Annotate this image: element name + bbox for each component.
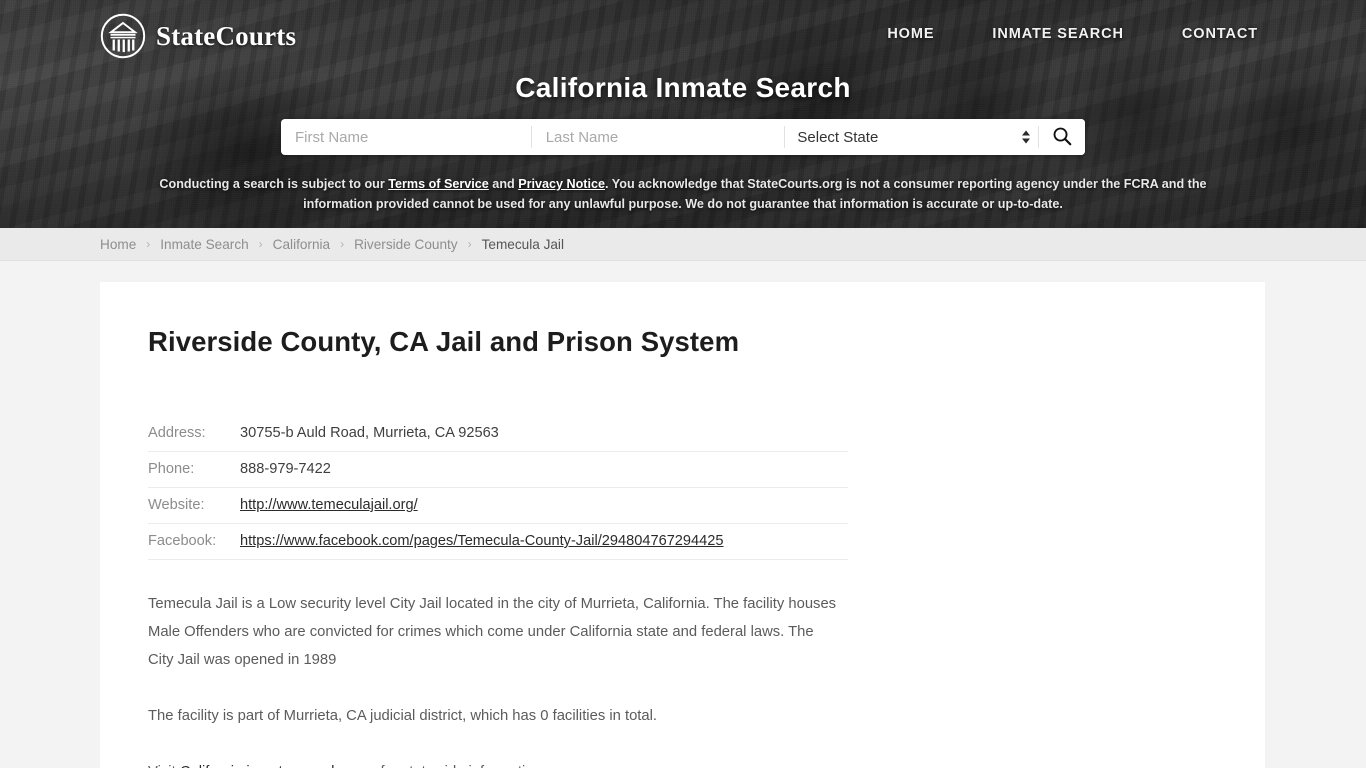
table-row: Phone: 888-979-7422 [148,452,848,488]
statewide-text-pre: Visit [148,764,180,768]
california-inmate-search-link[interactable]: California inmate search [180,764,340,768]
search-submit-button[interactable] [1039,119,1085,155]
facility-info-table: Address: 30755-b Auld Road, Murrieta, CA… [148,416,848,560]
info-value-phone: 888-979-7422 [240,461,331,477]
state-select-wrapper: Select State [785,119,1039,155]
chevron-right-icon: › [467,237,472,251]
magnifier-icon [1051,125,1073,150]
inmate-search-form: Select State [281,119,1085,155]
info-label-address: Address: [148,425,206,441]
state-select[interactable]: Select State [785,119,1039,155]
district-paragraph: The facility is part of Murrieta, CA jud… [148,708,658,724]
table-row: Website: http://www.temeculajail.org/ [148,488,848,524]
brand-name: StateCourts [156,20,297,51]
chevron-right-icon: › [340,237,345,251]
chevron-right-icon: › [146,237,151,251]
table-row: Facebook: https://www.facebook.com/pages… [148,524,848,560]
info-label-phone: Phone: [148,461,195,477]
breadcrumb-item-california[interactable]: California [273,237,330,252]
privacy-notice-link[interactable]: Privacy Notice [518,177,605,191]
info-value-address: 30755-b Auld Road, Murrieta, CA 92563 [240,425,499,441]
description-paragraph: Temecula Jail is a Low security level Ci… [148,596,837,668]
terms-of-service-link[interactable]: Terms of Service [388,177,489,191]
hero-title: California Inmate Search [515,72,851,103]
info-label-website: Website: [148,497,205,513]
courthouse-circle-icon [100,13,146,59]
nav-item-contact[interactable]: CONTACT [1182,26,1258,42]
info-value-website: http://www.temeculajail.org/ [240,488,848,524]
breadcrumb-item-home[interactable]: Home [100,237,136,252]
brand-logo-link[interactable]: StateCourts [100,13,296,59]
nav-item-inmate-search[interactable]: INMATE SEARCH [992,26,1123,42]
statewide-text-post: page for statewide information. [339,764,545,768]
breadcrumb-item-riverside-county[interactable]: Riverside County [354,237,458,252]
site-header: StateCourts HOME INMATE SEARCH CONTACT C… [0,0,1366,228]
last-name-input[interactable] [531,119,785,155]
info-label-facebook: Facebook: [148,533,217,549]
table-row: Address: 30755-b Auld Road, Murrieta, CA… [148,416,848,452]
facebook-link[interactable]: https://www.facebook.com/pages/Temecula-… [240,533,724,549]
nav-item-home[interactable]: HOME [887,26,934,42]
info-value-facebook: https://www.facebook.com/pages/Temecula-… [240,524,848,560]
disclaimer-part-2: and [488,177,519,191]
breadcrumb-bar: Home › Inmate Search › California › Rive… [0,228,1366,261]
breadcrumb-item-current: Temecula Jail [481,236,564,252]
disclaimer-part-1: Conducting a search is subject to our [159,177,389,191]
website-link[interactable]: http://www.temeculajail.org/ [240,497,418,513]
page-title: Riverside County, CA Jail and Prison Sys… [148,326,740,357]
first-name-input[interactable] [281,119,531,155]
statewide-paragraph: Visit California inmate search page for … [148,758,838,768]
search-disclaimer: Conducting a search is subject to our Te… [133,174,1233,214]
primary-navigation: HOME INMATE SEARCH CONTACT [887,26,1258,42]
breadcrumb: Home › Inmate Search › California › Rive… [100,237,564,252]
chevron-right-icon: › [258,237,263,251]
breadcrumb-item-inmate-search[interactable]: Inmate Search [160,237,248,252]
content-card: Riverside County, CA Jail and Prison Sys… [100,282,1265,768]
page-body: Riverside County, CA Jail and Prison Sys… [0,261,1366,768]
